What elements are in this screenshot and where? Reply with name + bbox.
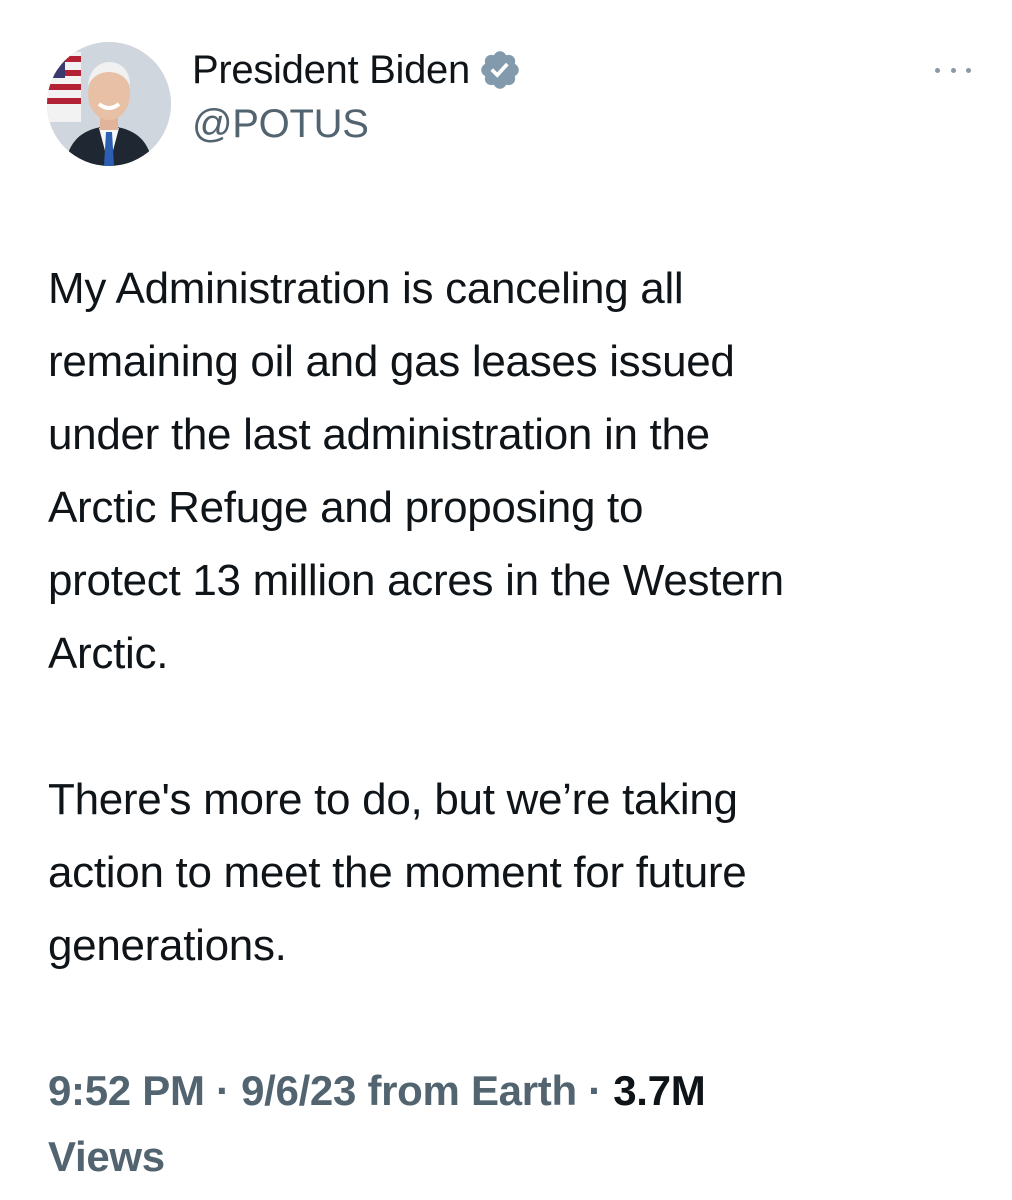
views-count[interactable]: 3.7M — [613, 1067, 705, 1114]
display-name-row: President Biden — [192, 42, 522, 98]
more-dot — [966, 67, 971, 73]
meta-separator: · — [588, 1067, 602, 1114]
author-names: President Biden @POTUS — [192, 42, 522, 147]
more-dot — [935, 67, 940, 73]
tweet-source: from Earth — [367, 1067, 577, 1114]
views-label: Views — [48, 1133, 165, 1180]
tweet-paragraph-2: There's more to do, but we’re taking act… — [48, 775, 747, 970]
tweet-date[interactable]: 9/6/23 — [241, 1067, 356, 1114]
more-dot — [950, 67, 956, 73]
avatar-image — [47, 42, 171, 166]
tweet-detail: President Biden @POTUS My Administration… — [0, 0, 1012, 1200]
tweet-header: President Biden @POTUS — [47, 42, 977, 172]
tweet-metadata: 9:52 PM · 9/6/23 from Earth · 3.7M Views — [48, 1058, 948, 1190]
avatar[interactable] — [47, 42, 171, 166]
meta-separator: · — [216, 1067, 230, 1114]
tweet-time[interactable]: 9:52 PM — [48, 1067, 205, 1114]
more-options-icon[interactable] — [935, 60, 971, 80]
tweet-text: My Administration is canceling all remai… — [48, 252, 978, 982]
verified-badge-icon[interactable] — [478, 48, 522, 92]
display-name[interactable]: President Biden — [192, 48, 470, 93]
author-handle[interactable]: @POTUS — [192, 102, 522, 147]
tweet-paragraph-1: My Administration is canceling all remai… — [48, 264, 784, 678]
